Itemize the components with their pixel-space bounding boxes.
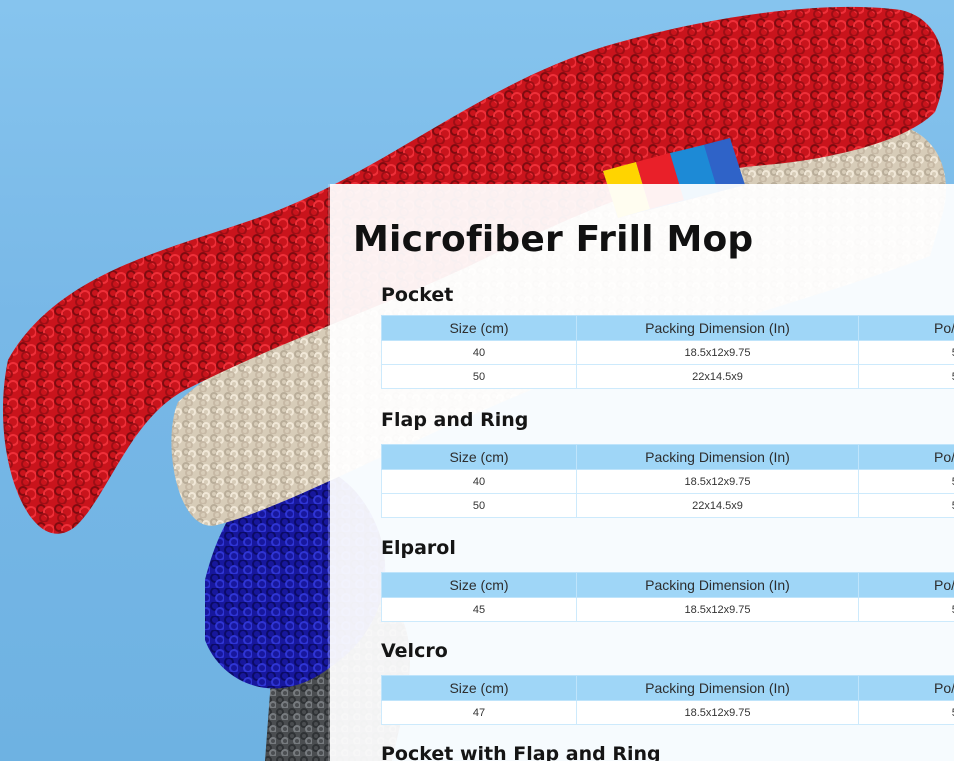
table-header-row: Size (cm) Packing Dimension (In) Po/Ct	[381, 315, 954, 341]
size-column-header: Size (cm)	[381, 675, 577, 701]
po-ct-column-header: Po/Ct	[858, 315, 954, 341]
specification-table: Size (cm) Packing Dimension (In) Po/Ct 4…	[381, 444, 954, 518]
size-column-header: Size (cm)	[381, 572, 577, 598]
table-row: 50 22x14.5x9 50	[381, 364, 954, 389]
packing-dimension-column-header: Packing Dimension (In)	[576, 675, 859, 701]
section-title: Pocket	[381, 284, 454, 306]
po-ct-cell: 50	[858, 364, 954, 389]
po-ct-column-header: Po/Ct	[858, 675, 954, 701]
table-header-row: Size (cm) Packing Dimension (In) Po/Ct	[381, 675, 954, 701]
size-cell: 50	[381, 364, 577, 389]
section-title: Elparol	[381, 537, 456, 559]
packing-dimension-cell: 22x14.5x9	[576, 493, 859, 518]
po-ct-cell: 50	[858, 340, 954, 365]
size-column-header: Size (cm)	[381, 315, 577, 341]
packing-dimension-cell: 18.5x12x9.75	[576, 700, 859, 725]
size-cell: 40	[381, 469, 577, 494]
po-ct-cell: 50	[858, 700, 954, 725]
po-ct-column-header: Po/Ct	[858, 572, 954, 598]
elparol-section: Elparol Size (cm) Packing Dimension (In)…	[381, 536, 954, 622]
packing-dimension-column-header: Packing Dimension (In)	[576, 572, 859, 598]
specification-table: Size (cm) Packing Dimension (In) Po/Ct 4…	[381, 572, 954, 622]
table-row: 50 22x14.5x9 50	[381, 493, 954, 518]
specification-panel: Microfiber Frill Mop Pocket Size (cm) Pa…	[330, 184, 954, 761]
product-page: Microfiber Frill Mop Pocket Size (cm) Pa…	[0, 0, 954, 761]
section-title: Velcro	[381, 640, 448, 662]
section-title: Flap and Ring	[381, 409, 529, 431]
pocket-with-flap-and-ring-section: Pocket with Flap and Ring	[381, 742, 954, 761]
pocket-section: Pocket Size (cm) Packing Dimension (In) …	[381, 283, 954, 389]
size-cell: 40	[381, 340, 577, 365]
packing-dimension-column-header: Packing Dimension (In)	[576, 444, 859, 470]
table-row: 45 18.5x12x9.75 50	[381, 597, 954, 622]
table-row: 47 18.5x12x9.75 50	[381, 700, 954, 725]
flap-and-ring-section: Flap and Ring Size (cm) Packing Dimensio…	[381, 408, 954, 518]
specification-table: Size (cm) Packing Dimension (In) Po/Ct 4…	[381, 675, 954, 725]
table-header-row: Size (cm) Packing Dimension (In) Po/Ct	[381, 572, 954, 598]
packing-dimension-cell: 18.5x12x9.75	[576, 340, 859, 365]
po-ct-cell: 50	[858, 597, 954, 622]
po-ct-cell: 50	[858, 469, 954, 494]
packing-dimension-cell: 22x14.5x9	[576, 364, 859, 389]
size-column-header: Size (cm)	[381, 444, 577, 470]
table-row: 40 18.5x12x9.75 50	[381, 340, 954, 365]
size-cell: 47	[381, 700, 577, 725]
size-cell: 50	[381, 493, 577, 518]
po-ct-cell: 50	[858, 493, 954, 518]
section-title: Pocket with Flap and Ring	[381, 743, 661, 761]
page-title: Microfiber Frill Mop	[353, 219, 754, 260]
packing-dimension-cell: 18.5x12x9.75	[576, 597, 859, 622]
packing-dimension-column-header: Packing Dimension (In)	[576, 315, 859, 341]
specification-table: Size (cm) Packing Dimension (In) Po/Ct 4…	[381, 315, 954, 389]
po-ct-column-header: Po/Ct	[858, 444, 954, 470]
table-row: 40 18.5x12x9.75 50	[381, 469, 954, 494]
size-cell: 45	[381, 597, 577, 622]
table-header-row: Size (cm) Packing Dimension (In) Po/Ct	[381, 444, 954, 470]
velcro-section: Velcro Size (cm) Packing Dimension (In) …	[381, 639, 954, 725]
packing-dimension-cell: 18.5x12x9.75	[576, 469, 859, 494]
